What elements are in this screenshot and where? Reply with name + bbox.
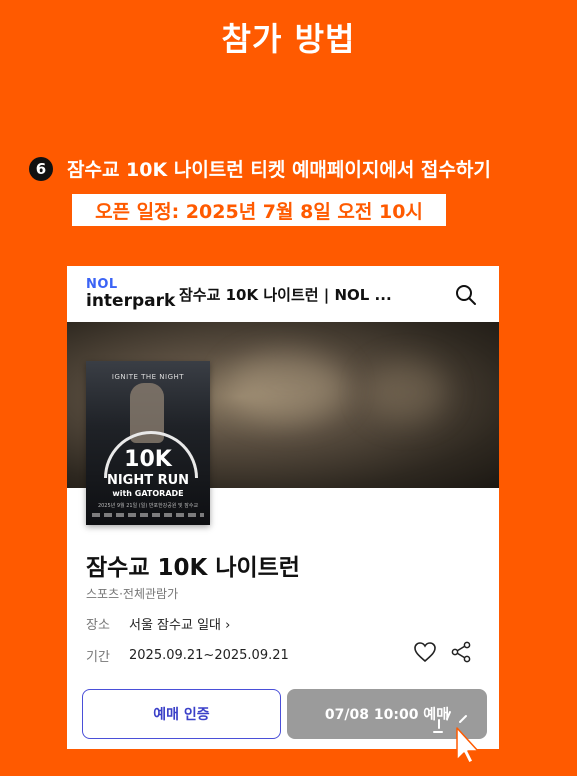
event-title: 잠수교 10K 나이트런	[86, 555, 300, 581]
poster-headline: 10K	[124, 447, 172, 472]
step-row: 6 잠수교 10K 나이트런 티켓 예매페이지에서 접수하기	[29, 155, 491, 182]
poster-subhead: NIGHT RUN	[106, 473, 190, 488]
share-icon[interactable]	[450, 641, 472, 663]
event-category: 스포츠·전체관람가	[86, 587, 179, 601]
step-number-badge: 6	[29, 156, 53, 181]
poster-sponsor: with GATORADE	[112, 489, 184, 498]
header-title: 잠수교 10K 나이트런 | NOL ...	[179, 286, 392, 304]
venue-row[interactable]: 장소 서울 잠수교 일대 ›	[86, 614, 230, 633]
period-row: 기간 2025.09.21~2025.09.21	[86, 646, 289, 665]
period-value: 2025.09.21~2025.09.21	[129, 648, 289, 663]
logo-nol: NOL	[86, 277, 118, 292]
period-label: 기간	[86, 650, 110, 665]
search-icon[interactable]	[455, 284, 477, 306]
venue-value[interactable]: 서울 잠수교 일대 ›	[129, 614, 230, 633]
booking-verify-button[interactable]: 예매 인증	[82, 689, 281, 739]
app-header: NOL interpark 잠수교 10K 나이트런 | NOL ...	[67, 266, 499, 322]
heart-icon[interactable]	[413, 641, 437, 663]
venue-label: 장소	[86, 618, 110, 633]
event-poster[interactable]: IGNITE THE NIGHT 10K NIGHT RUN with GATO…	[86, 361, 210, 525]
cursor-icon	[433, 711, 479, 764]
poster-tagline: IGNITE THE NIGHT	[111, 373, 185, 381]
poster-sponsor-logos	[92, 513, 204, 517]
open-schedule: 오픈 일정: 2025년 7월 8일 오전 10시	[72, 194, 446, 226]
app-screenshot-card: NOL interpark 잠수교 10K 나이트런 | NOL ... IGN…	[67, 266, 499, 749]
poster-info: 2025년 9월 21일 (일) 반포한강공원 및 잠수교	[97, 503, 199, 509]
logo-interpark: interpark	[86, 291, 176, 311]
page-title: 참가 방법	[221, 20, 356, 58]
nol-interpark-logo[interactable]: NOL interpark	[86, 278, 175, 310]
step-text: 잠수교 10K 나이트런 티켓 예매페이지에서 접수하기	[67, 159, 491, 181]
